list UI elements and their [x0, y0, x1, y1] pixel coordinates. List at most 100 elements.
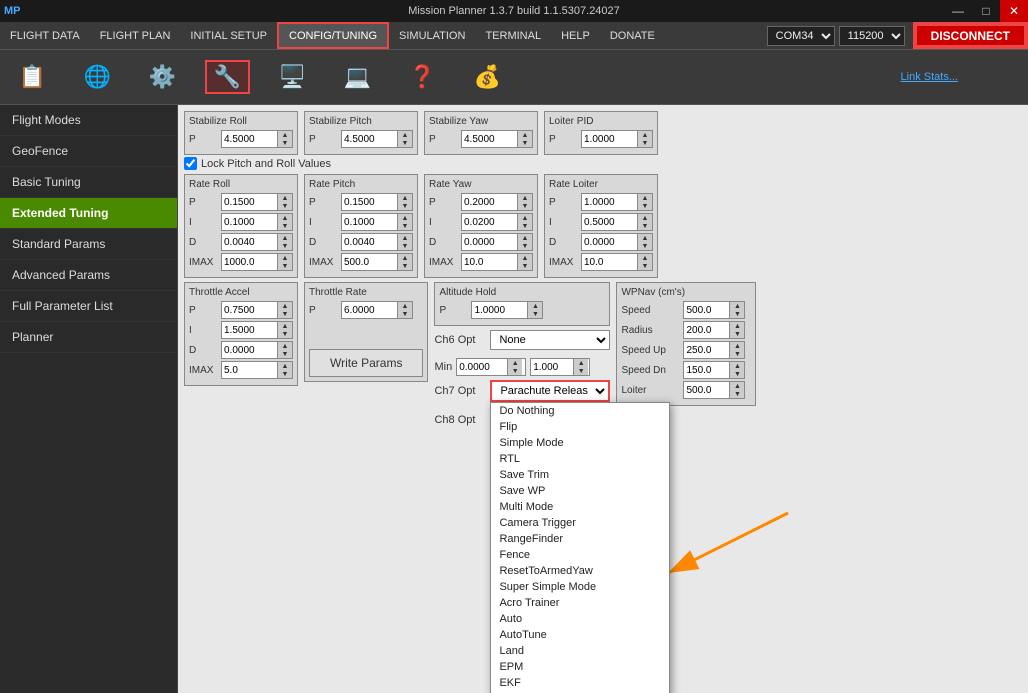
rate-yaw-i-spinbox[interactable]: ▲ ▼	[461, 213, 533, 231]
rate-yaw-i-input[interactable]	[462, 216, 517, 229]
wpnav-speed-up[interactable]: ▲	[730, 302, 744, 310]
maximize-button[interactable]: □	[972, 0, 1000, 22]
sidebar-item-full-parameter-list[interactable]: Full Parameter List	[0, 291, 177, 322]
dropdown-item-17[interactable]: EKF	[491, 675, 669, 691]
sidebar-item-extended-tuning[interactable]: Extended Tuning	[0, 198, 177, 229]
stabilize-yaw-p-input[interactable]	[462, 133, 517, 146]
rate-roll-d-up[interactable]: ▲	[278, 234, 292, 242]
dropdown-item-5[interactable]: Save WP	[491, 483, 669, 499]
donate-icon-btn[interactable]: 💰	[465, 64, 510, 90]
rate-yaw-d-spinbox[interactable]: ▲ ▼	[461, 233, 533, 251]
wpnav-speed-spinbox[interactable]: ▲ ▼	[683, 301, 745, 319]
wpnav-radius-spinbox[interactable]: ▲ ▼	[683, 321, 745, 339]
wpnav-speedup-up[interactable]: ▲	[730, 342, 744, 350]
rate-yaw-imax-dn[interactable]: ▼	[518, 262, 532, 270]
throttle-rate-p-dn[interactable]: ▼	[398, 310, 412, 318]
rate-pitch-p-up[interactable]: ▲	[398, 194, 412, 202]
throttle-accel-d-dn[interactable]: ▼	[278, 350, 292, 358]
rate-roll-i-input[interactable]	[222, 216, 277, 229]
max-dn[interactable]: ▼	[574, 367, 588, 375]
stabilize-roll-p-input[interactable]	[222, 133, 277, 146]
minimize-button[interactable]: —	[944, 0, 972, 22]
rate-pitch-d-spinbox[interactable]: ▲ ▼	[341, 233, 413, 251]
rate-roll-imax-dn[interactable]: ▼	[278, 262, 292, 270]
min-input[interactable]	[457, 361, 507, 374]
dropdown-item-6[interactable]: Multi Mode	[491, 499, 669, 515]
rate-loiter-imax-dn[interactable]: ▼	[638, 262, 652, 270]
rate-yaw-imax-up[interactable]: ▲	[518, 254, 532, 262]
sidebar-item-flight-modes[interactable]: Flight Modes	[0, 105, 177, 136]
ch7-select[interactable]: Parachute Release	[490, 380, 610, 402]
wpnav-speed-dn[interactable]: ▼	[730, 310, 744, 318]
throttle-rate-p-input[interactable]	[342, 304, 397, 317]
wpnav-radius-dn[interactable]: ▼	[730, 330, 744, 338]
stabilize-yaw-p-spinbox[interactable]: ▲ ▼	[461, 130, 533, 148]
rate-loiter-d-dn[interactable]: ▼	[638, 242, 652, 250]
menu-flight-data[interactable]: FLIGHT DATA	[0, 22, 90, 49]
rate-loiter-i-spinbox[interactable]: ▲ ▼	[581, 213, 653, 231]
dropdown-item-8[interactable]: RangeFinder	[491, 531, 669, 547]
rate-roll-p-up[interactable]: ▲	[278, 194, 292, 202]
sidebar-item-standard-params[interactable]: Standard Params	[0, 229, 177, 260]
dropdown-item-4[interactable]: Save Trim	[491, 467, 669, 483]
rate-pitch-p-input[interactable]	[342, 196, 397, 209]
wpnav-speedup-dn[interactable]: ▼	[730, 350, 744, 358]
sidebar-item-geofence[interactable]: GeoFence	[0, 136, 177, 167]
wpnav-speeddn-input[interactable]	[684, 364, 729, 377]
menu-simulation[interactable]: SIMULATION	[389, 22, 475, 49]
dropdown-item-3[interactable]: RTL	[491, 451, 669, 467]
rate-yaw-imax-spinbox[interactable]: ▲ ▼	[461, 253, 533, 271]
wpnav-speeddn-dn[interactable]: ▼	[730, 370, 744, 378]
max-input[interactable]	[531, 361, 573, 374]
rate-roll-imax-spinbox[interactable]: ▲ ▼	[221, 253, 293, 271]
wpnav-speedup-input[interactable]	[684, 344, 729, 357]
wpnav-radius-up[interactable]: ▲	[730, 322, 744, 330]
menu-terminal[interactable]: TERMINAL	[475, 22, 551, 49]
rate-yaw-p-up[interactable]: ▲	[518, 194, 532, 202]
stabilize-roll-p-up[interactable]: ▲	[278, 131, 292, 139]
config-tuning-icon-btn[interactable]: 🔧	[205, 60, 250, 94]
wpnav-speedup-spinbox[interactable]: ▲ ▼	[683, 341, 745, 359]
rate-yaw-p-dn[interactable]: ▼	[518, 202, 532, 210]
dropdown-item-0[interactable]: Do Nothing	[491, 403, 669, 419]
wpnav-radius-input[interactable]	[684, 324, 729, 337]
wpnav-speed-input[interactable]	[684, 304, 729, 317]
lock-checkbox-label[interactable]: Lock Pitch and Roll Values	[201, 158, 331, 170]
throttle-accel-p-spinbox[interactable]: ▲ ▼	[221, 301, 293, 319]
throttle-accel-i-spinbox[interactable]: ▲ ▼	[221, 321, 293, 339]
stabilize-pitch-p-spinbox[interactable]: ▲ ▼	[341, 130, 413, 148]
rate-pitch-i-spinbox[interactable]: ▲ ▼	[341, 213, 413, 231]
dropdown-item-7[interactable]: Camera Trigger	[491, 515, 669, 531]
max-up[interactable]: ▲	[574, 359, 588, 367]
stabilize-yaw-p-dn[interactable]: ▼	[518, 139, 532, 147]
simulation-icon-btn[interactable]: 🖥️	[270, 64, 315, 90]
wpnav-speeddn-spinbox[interactable]: ▲ ▼	[683, 361, 745, 379]
com-port-select[interactable]: COM34	[767, 26, 835, 46]
wpnav-loiter-spinbox[interactable]: ▲ ▼	[683, 381, 745, 399]
menu-help[interactable]: HELP	[551, 22, 600, 49]
rate-loiter-p-input[interactable]	[582, 196, 637, 209]
loiter-pid-p-spinbox[interactable]: ▲ ▼	[581, 130, 653, 148]
throttle-accel-i-up[interactable]: ▲	[278, 322, 292, 330]
dropdown-item-11[interactable]: Super Simple Mode	[491, 579, 669, 595]
rate-roll-imax-up[interactable]: ▲	[278, 254, 292, 262]
menu-donate[interactable]: DONATE	[600, 22, 665, 49]
menu-config-tuning[interactable]: CONFIG/TUNING	[277, 22, 389, 49]
dropdown-item-16[interactable]: EPM	[491, 659, 669, 675]
rate-pitch-p-spinbox[interactable]: ▲ ▼	[341, 193, 413, 211]
rate-yaw-i-up[interactable]: ▲	[518, 214, 532, 222]
rate-loiter-d-input[interactable]	[582, 236, 637, 249]
min-spinbox[interactable]: ▲ ▼	[456, 358, 526, 376]
stabilize-yaw-p-up[interactable]: ▲	[518, 131, 532, 139]
throttle-accel-d-input[interactable]	[222, 344, 277, 357]
menu-flight-plan[interactable]: FLIGHT PLAN	[90, 22, 181, 49]
rate-roll-p-dn[interactable]: ▼	[278, 202, 292, 210]
rate-roll-i-spinbox[interactable]: ▲ ▼	[221, 213, 293, 231]
ch6-select[interactable]: None	[490, 330, 610, 350]
sidebar-item-planner[interactable]: Planner	[0, 322, 177, 353]
rate-loiter-d-up[interactable]: ▲	[638, 234, 652, 242]
dropdown-item-12[interactable]: Acro Trainer	[491, 595, 669, 611]
throttle-accel-p-up[interactable]: ▲	[278, 302, 292, 310]
sidebar-item-advanced-params[interactable]: Advanced Params	[0, 260, 177, 291]
rate-roll-imax-input[interactable]	[222, 256, 277, 269]
